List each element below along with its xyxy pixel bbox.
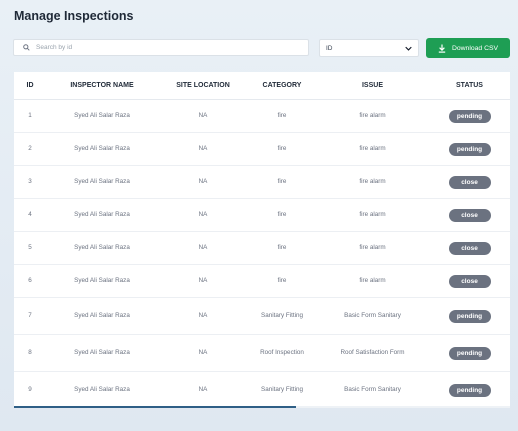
cell-category: fire (248, 198, 316, 232)
cell-category: Sanitary Fitting (248, 371, 316, 406)
cell-status: pending (429, 297, 510, 335)
cell-inspector-name: Syed Ali Salar Raza (46, 334, 158, 372)
column-header-status[interactable]: STATUS (429, 72, 510, 100)
inspections-table: ID INSPECTOR NAME SITE LOCATION CATEGORY… (14, 72, 510, 406)
cell-issue: fire alarm (316, 198, 429, 232)
cell-status: pending (429, 371, 510, 406)
cell-site-location: NA (158, 264, 248, 298)
cell-status: pending (429, 99, 510, 133)
cell-inspector-name: Syed Ali Salar Raza (46, 264, 158, 298)
cell-site-location: NA (158, 371, 248, 406)
status-badge[interactable]: close (448, 274, 491, 288)
cell-id: 1 (14, 99, 46, 133)
table-row[interactable]: 8 Syed Ali Salar Raza NA Roof Inspection… (14, 334, 510, 372)
cell-category: Sanitary Fitting (248, 297, 316, 335)
status-badge[interactable]: pending (448, 309, 491, 323)
cell-inspector-name: Syed Ali Salar Raza (46, 231, 158, 265)
cell-inspector-name: Syed Ali Salar Raza (46, 165, 158, 199)
cell-site-location: NA (158, 99, 248, 133)
column-header-issue[interactable]: ISSUE (316, 72, 429, 100)
chevron-down-icon (405, 44, 413, 52)
page-title: Manage Inspections (14, 9, 134, 23)
cell-status: pending (429, 132, 510, 166)
scrollbar-thumb[interactable] (14, 406, 296, 408)
cell-id: 9 (14, 371, 46, 406)
table-row[interactable]: 6 Syed Ali Salar Raza NA fire fire alarm… (14, 264, 510, 298)
status-badge[interactable]: pending (448, 109, 491, 123)
status-badge[interactable]: pending (448, 346, 491, 360)
cell-id: 3 (14, 165, 46, 199)
cell-issue: fire alarm (316, 264, 429, 298)
cell-category: fire (248, 132, 316, 166)
cell-status: close (429, 231, 510, 265)
cell-status: pending (429, 334, 510, 372)
table-row[interactable]: 7 Syed Ali Salar Raza NA Sanitary Fittin… (14, 297, 510, 335)
cell-inspector-name: Syed Ali Salar Raza (46, 297, 158, 335)
status-badge[interactable]: pending (448, 142, 491, 156)
cell-inspector-name: Syed Ali Salar Raza (46, 371, 158, 406)
inspections-table-card: ID INSPECTOR NAME SITE LOCATION CATEGORY… (14, 72, 510, 406)
table-row[interactable]: 9 Syed Ali Salar Raza NA Sanitary Fittin… (14, 371, 510, 406)
status-badge[interactable]: close (448, 175, 491, 189)
cell-id: 4 (14, 198, 46, 232)
cell-site-location: NA (158, 198, 248, 232)
column-header-site-location[interactable]: SITE LOCATION (158, 72, 248, 100)
table-row[interactable]: 3 Syed Ali Salar Raza NA fire fire alarm… (14, 165, 510, 199)
cell-site-location: NA (158, 165, 248, 199)
table-row[interactable]: 2 Syed Ali Salar Raza NA fire fire alarm… (14, 132, 510, 166)
cell-issue: fire alarm (316, 99, 429, 133)
cell-id: 6 (14, 264, 46, 298)
cell-status: close (429, 264, 510, 298)
column-header-id[interactable]: ID (14, 72, 46, 100)
cell-issue: fire alarm (316, 231, 429, 265)
cell-issue: Basic Form Sanitary (316, 371, 429, 406)
cell-issue: fire alarm (316, 165, 429, 199)
filter-select[interactable]: ID (319, 39, 419, 57)
cell-site-location: NA (158, 231, 248, 265)
cell-site-location: NA (158, 297, 248, 335)
download-csv-label: Download CSV (451, 44, 499, 52)
status-badge[interactable]: pending (448, 383, 491, 397)
status-badge[interactable]: close (448, 241, 491, 255)
table-header-row: ID INSPECTOR NAME SITE LOCATION CATEGORY… (14, 72, 510, 100)
cell-site-location: NA (158, 132, 248, 166)
column-header-category[interactable]: CATEGORY (248, 72, 316, 100)
column-header-inspector-name[interactable]: INSPECTOR NAME (46, 72, 158, 100)
cell-id: 8 (14, 334, 46, 372)
cell-status: close (429, 198, 510, 232)
cell-issue: Roof Satisfaction Form (316, 334, 429, 372)
table-row[interactable]: 5 Syed Ali Salar Raza NA fire fire alarm… (14, 231, 510, 265)
cell-category: fire (248, 99, 316, 133)
cell-issue: fire alarm (316, 132, 429, 166)
cell-inspector-name: Syed Ali Salar Raza (46, 198, 158, 232)
cell-category: fire (248, 264, 316, 298)
search-icon (20, 42, 32, 54)
search-field[interactable] (13, 39, 309, 56)
cell-inspector-name: Syed Ali Salar Raza (46, 132, 158, 166)
cell-id: 5 (14, 231, 46, 265)
horizontal-scrollbar[interactable] (14, 406, 510, 408)
cell-issue: Basic Form Sanitary (316, 297, 429, 335)
cell-site-location: NA (158, 334, 248, 372)
status-badge[interactable]: close (448, 208, 491, 222)
cell-category: fire (248, 231, 316, 265)
filter-selected-value: ID (326, 44, 333, 52)
cell-category: Roof Inspection (248, 334, 316, 372)
table-row[interactable]: 1 Syed Ali Salar Raza NA fire fire alarm… (14, 99, 510, 133)
cell-status: close (429, 165, 510, 199)
download-icon (438, 44, 447, 53)
cell-id: 7 (14, 297, 46, 335)
search-input[interactable] (32, 40, 296, 55)
cell-id: 2 (14, 132, 46, 166)
table-row[interactable]: 4 Syed Ali Salar Raza NA fire fire alarm… (14, 198, 510, 232)
cell-category: fire (248, 165, 316, 199)
cell-inspector-name: Syed Ali Salar Raza (46, 99, 158, 133)
download-csv-button[interactable]: Download CSV (426, 38, 510, 58)
